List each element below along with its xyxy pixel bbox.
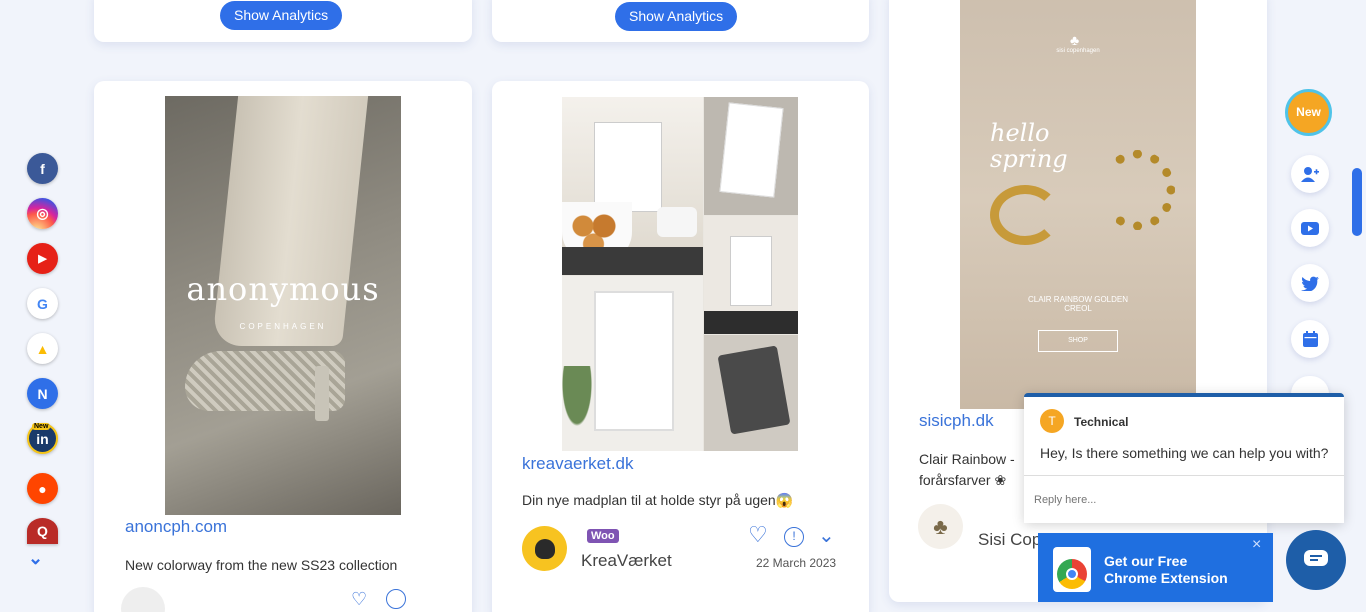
twitter-icon[interactable] [1291, 264, 1329, 302]
post-author: Sisi Cop [978, 530, 1042, 549]
post-card-anoncph: anonymous COPENHAGEN anoncph.com New col… [94, 81, 472, 612]
youtube-icon[interactable]: ▶ [27, 243, 58, 274]
post-date: 22 March 2023 [756, 556, 837, 570]
facebook-icon[interactable]: f [27, 153, 58, 184]
agent-avatar: T [1040, 409, 1064, 433]
chevron-up-icon[interactable] [1291, 376, 1329, 394]
heart-icon[interactable]: ♡ [351, 589, 367, 610]
img-brand: sisi copenhagen [1056, 48, 1100, 54]
scrollbar-thumb[interactable] [1352, 168, 1362, 236]
brand-wordmark: anonymous [186, 270, 380, 308]
chat-launcher-button[interactable] [1286, 530, 1346, 590]
avatar [522, 526, 567, 571]
chat-reply-input[interactable] [1024, 475, 1344, 523]
post-caption: New colorway from the new SS23 collectio… [125, 557, 398, 573]
trousers-shape [211, 96, 369, 346]
post-caption-line2: forårsfarver ❀ [919, 472, 1007, 488]
quora-icon[interactable]: Q [27, 518, 58, 544]
heart-icon[interactable]: ♡ [748, 522, 768, 548]
post-domain-link[interactable]: anoncph.com [125, 517, 227, 537]
new-badge: New [32, 423, 51, 430]
info-icon[interactable] [386, 589, 406, 609]
clover-logo-icon: ♣ [1070, 32, 1080, 48]
new-button[interactable]: New [1285, 89, 1332, 136]
youtube-icon[interactable] [1291, 209, 1329, 247]
chevron-down-icon[interactable]: ⌄ [28, 549, 46, 567]
google-icon[interactable]: G [27, 288, 58, 319]
collage-tile-board [704, 97, 798, 215]
reddit-icon[interactable]: ● [27, 473, 58, 504]
collage-tile-tablet [704, 335, 798, 451]
img-shop: SHOP [1038, 330, 1118, 352]
earring-left [990, 185, 1060, 245]
info-icon[interactable]: ! [784, 527, 804, 547]
chevron-down-icon[interactable]: ⌄ [818, 523, 835, 548]
show-analytics-button[interactable]: Show Analytics [220, 1, 343, 30]
close-icon[interactable]: × [1252, 536, 1261, 554]
chrome-extension-promo[interactable]: Get our Free Chrome Extension × [1038, 533, 1273, 602]
woo-badge: Woo [587, 529, 619, 543]
post-caption: Clair Rainbow - [919, 451, 1015, 467]
brand-sub: COPENHAGEN [239, 322, 327, 331]
add-user-icon[interactable] [1291, 155, 1329, 193]
img-script: hello spring [990, 119, 1068, 173]
post-author: KreaVærket [581, 551, 672, 570]
post-image[interactable]: ♣ sisi copenhagen hello spring CLAIR RAI… [960, 0, 1196, 409]
post-image[interactable]: anonymous COPENHAGEN [165, 96, 401, 515]
extension-line1: Get our Free [1104, 553, 1188, 569]
chat-widget: T Technical Hey, Is there something we c… [1024, 393, 1344, 523]
img-product: CLAIR RAINBOW GOLDEN CREOL [1028, 295, 1129, 313]
earring-right [1100, 150, 1175, 230]
post-image[interactable] [562, 97, 798, 451]
agent-name: Technical [1074, 415, 1129, 429]
heel-shape [315, 366, 329, 421]
avatar [121, 587, 165, 612]
instagram-icon[interactable]: ◎ [27, 198, 58, 229]
n-icon[interactable]: N [27, 378, 58, 409]
post-card-kreavaerket: kreavaerket.dk Din nye madplan til at ho… [492, 81, 869, 612]
google-ads-icon[interactable]: ▲ [27, 333, 58, 364]
extension-line2: Chrome Extension [1104, 570, 1228, 586]
calendar-icon[interactable] [1291, 320, 1329, 358]
post-card-top-2: Show Analytics [492, 0, 869, 42]
collage-tile-frame [704, 216, 798, 334]
avatar: ♣ [918, 504, 963, 549]
post-domain-link[interactable]: sisicph.dk [919, 411, 994, 431]
post-caption: Din nye madplan til at holde styr på uge… [522, 492, 794, 508]
linkedin-icon[interactable]: in New [27, 423, 58, 454]
post-domain-link[interactable]: kreavaerket.dk [522, 454, 634, 474]
chrome-icon [1053, 547, 1091, 592]
show-analytics-button[interactable]: Show Analytics [615, 2, 738, 31]
collage-tile-madplan [562, 97, 703, 275]
collage-tile-plan [562, 276, 703, 451]
post-card-top-1: Show Analytics [94, 0, 472, 42]
chat-message: Hey, Is there something we can help you … [1040, 445, 1329, 461]
